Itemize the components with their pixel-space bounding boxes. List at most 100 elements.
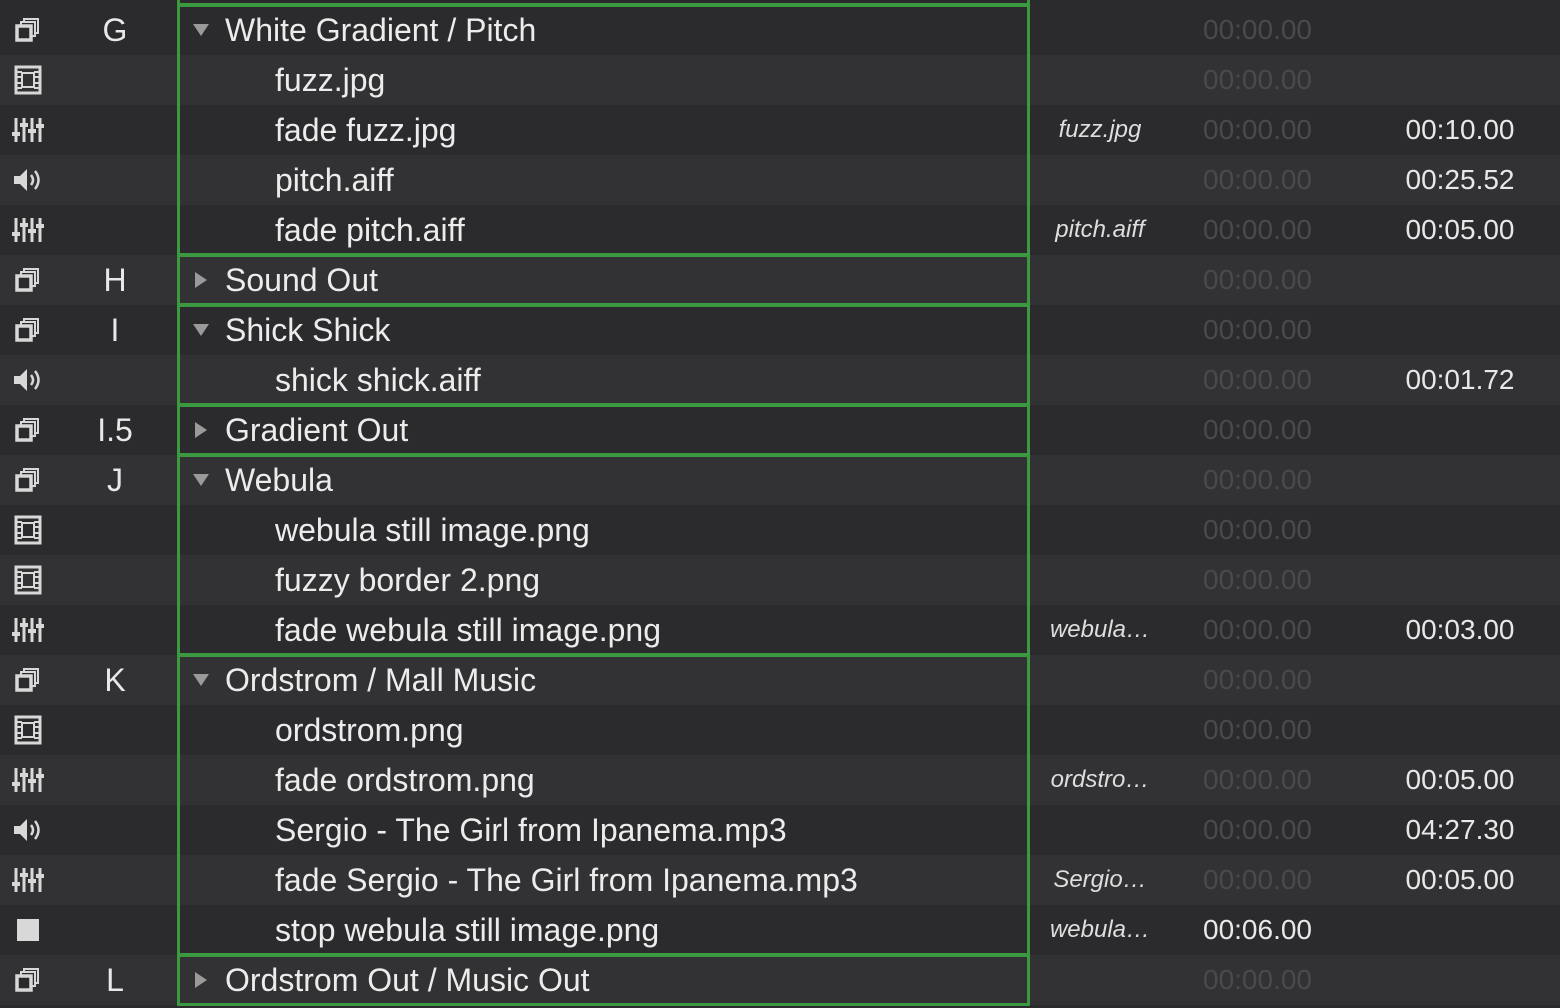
cue-target: [1040, 355, 1160, 405]
cue-number: [60, 705, 170, 755]
cue-prewait: 00:06.00: [1203, 914, 1312, 945]
cue-prewait: 00:00.00: [1203, 364, 1312, 395]
cue-duration: 00:05.00: [1405, 214, 1515, 245]
cue-number: J: [107, 462, 123, 498]
group-icon: [8, 315, 48, 345]
fade-icon: [8, 115, 48, 145]
cue-duration: 04:27.30: [1405, 814, 1515, 845]
cue-number: [60, 355, 170, 405]
cue-prewait: 00:00.00: [1203, 664, 1312, 695]
cue-name: Sound Out: [225, 262, 378, 298]
group-icon: [8, 15, 48, 45]
cue-row[interactable]: fuzz.jpg 00:00.00: [0, 55, 1560, 105]
cue-name: fade webula still image.png: [275, 612, 662, 648]
cue-duration: [1385, 405, 1535, 455]
cue-prewait: 00:00.00: [1203, 514, 1312, 545]
group-icon: [8, 265, 48, 295]
cue-row[interactable]: fade fuzz.jpg fuzz.jpg 00:00.00 00:10.00: [0, 105, 1560, 155]
cue-row[interactable]: fade Sergio - The Girl from Ipanema.mp3 S…: [0, 855, 1560, 905]
cue-name: Sergio - The Girl from Ipanema.mp3: [275, 812, 787, 848]
cue-row[interactable]: webula still image.png 00:00.00: [0, 505, 1560, 555]
cue-duration: [1385, 705, 1535, 755]
cue-target: [1040, 505, 1160, 555]
cue-row[interactable]: fade pitch.aiff pitch.aiff 00:00.00 00:05.0…: [0, 205, 1560, 255]
cue-name: Ordstrom Out / Music Out: [225, 962, 590, 998]
cue-target: [1040, 455, 1160, 505]
cue-target: [1040, 255, 1160, 305]
cue-target: [1040, 305, 1160, 355]
group-icon: [8, 665, 48, 695]
cue-number: [60, 805, 170, 855]
cue-duration: [1385, 5, 1535, 55]
cue-target: pitch.aiff: [1055, 216, 1145, 243]
cue-target: webula…: [1049, 616, 1151, 643]
cue-row[interactable]: K Ordstrom / Mall Music 00:00.00: [0, 655, 1560, 705]
cue-name: Webula: [225, 462, 333, 498]
cue-name: stop webula still image.png: [275, 912, 660, 948]
cue-prewait: 00:00.00: [1203, 614, 1312, 645]
cue-row[interactable]: fuzzy border 2.png 00:00.00: [0, 555, 1560, 605]
cue-row[interactable]: pitch.aiff 00:00.00 00:25.52: [0, 155, 1560, 205]
cue-prewait: 00:00.00: [1203, 214, 1312, 245]
cue-duration: [1385, 505, 1535, 555]
cue-duration: 00:10.00: [1405, 114, 1515, 145]
cue-target: [1040, 955, 1160, 1005]
cue-target: [1040, 655, 1160, 705]
speaker-icon: [8, 165, 48, 195]
cue-row[interactable]: ordstrom.png 00:00.00: [0, 705, 1560, 755]
cue-list: G White Gradient / Pitch 00:00.00 fuzz.jpg 0…: [0, 0, 1560, 1008]
cue-row[interactable]: J Webula 00:00.00: [0, 455, 1560, 505]
cue-duration: [1385, 55, 1535, 105]
cue-row[interactable]: fade ordstrom.png ordstro… 00:00.00 00:05.0…: [0, 755, 1560, 805]
cue-number: G: [102, 12, 128, 48]
cue-prewait: 00:00.00: [1203, 164, 1312, 195]
cue-row[interactable]: H Sound Out 00:00.00: [0, 255, 1560, 305]
cue-number: [60, 155, 170, 205]
cue-row[interactable]: I.5 Gradient Out 00:00.00: [0, 405, 1560, 455]
cue-name: fade fuzz.jpg: [275, 112, 457, 148]
cue-row[interactable]: fade webula still image.png webula… 00:00.…: [0, 605, 1560, 655]
cue-target: [1040, 155, 1160, 205]
cue-row[interactable]: L Ordstrom Out / Music Out 00:00.00: [0, 955, 1560, 1005]
cue-prewait: 00:00.00: [1203, 814, 1312, 845]
cue-row[interactable]: Sergio - The Girl from Ipanema.mp3 00:00.…: [0, 805, 1560, 855]
speaker-icon: [8, 365, 48, 395]
cue-target: [1040, 705, 1160, 755]
cue-target: fuzz.jpg: [1058, 116, 1142, 143]
cue-number: K: [104, 662, 126, 698]
fade-icon: [8, 865, 48, 895]
cue-name: fuzzy border 2.png: [275, 562, 541, 598]
cue-prewait: 00:00.00: [1203, 414, 1312, 445]
cue-prewait: 00:00.00: [1203, 314, 1312, 345]
disclosure-down-icon[interactable]: [190, 469, 212, 491]
cue-duration: [1385, 305, 1535, 355]
cue-number: [60, 855, 170, 905]
cue-row[interactable]: I Shick Shick 00:00.00: [0, 305, 1560, 355]
disclosure-right-icon[interactable]: [190, 419, 212, 441]
group-icon: [8, 465, 48, 495]
cue-duration: [1385, 655, 1535, 705]
cue-number: [60, 755, 170, 805]
cue-number: L: [106, 962, 124, 998]
cue-duration: 00:05.00: [1405, 764, 1515, 795]
cue-name: fade Sergio - The Girl from Ipanema.mp3: [275, 862, 858, 898]
cue-duration: [1385, 955, 1535, 1005]
fade-icon: [8, 215, 48, 245]
cue-row[interactable]: stop webula still image.png webula… 00:06.…: [0, 905, 1560, 955]
cue-name: shick shick.aiff: [275, 362, 481, 398]
disclosure-down-icon[interactable]: [190, 669, 212, 691]
cue-target: webula…: [1049, 916, 1151, 943]
cue-duration: [1385, 555, 1535, 605]
disclosure-right-icon[interactable]: [190, 969, 212, 991]
cue-target: Sergio…: [1053, 866, 1147, 893]
disclosure-down-icon[interactable]: [190, 319, 212, 341]
cue-row[interactable]: G White Gradient / Pitch 00:00.00: [0, 5, 1560, 55]
cue-name: webula still image.png: [275, 512, 590, 548]
disclosure-right-icon[interactable]: [190, 269, 212, 291]
disclosure-down-icon[interactable]: [190, 19, 212, 41]
group-icon: [8, 415, 48, 445]
cue-prewait: 00:00.00: [1203, 764, 1312, 795]
cue-target: [1040, 405, 1160, 455]
cue-row[interactable]: shick shick.aiff 00:00.00 00:01.72: [0, 355, 1560, 405]
cue-number: [60, 505, 170, 555]
